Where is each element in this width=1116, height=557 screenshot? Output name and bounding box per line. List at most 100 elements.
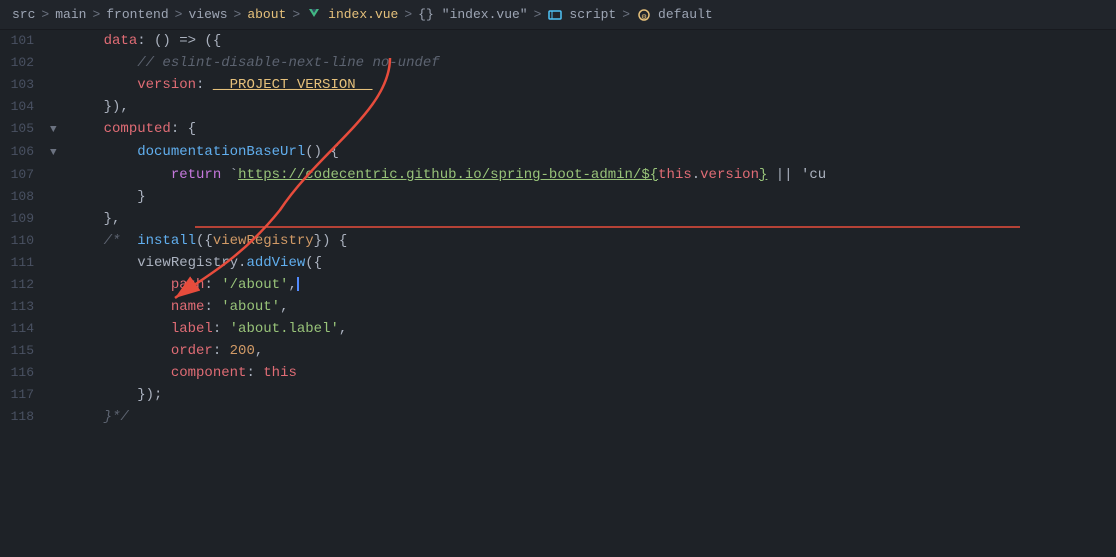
- sep4: >: [234, 7, 242, 22]
- code-line-112: 112 path: '/about',: [0, 274, 1116, 296]
- line-number-113: 113: [0, 296, 50, 318]
- token: order: [171, 343, 213, 359]
- token: component: [171, 365, 247, 381]
- line-number-111: 111: [0, 252, 50, 274]
- code-line-110: 110 /* install({viewRegistry}) {: [0, 230, 1116, 252]
- code-content-106: documentationBaseUrl() {: [66, 141, 1116, 163]
- text-cursor: [297, 277, 299, 291]
- token: '/about': [221, 277, 288, 293]
- token: /*: [104, 233, 138, 249]
- token: ({: [305, 255, 322, 271]
- code-line-116: 116 component: this: [0, 362, 1116, 384]
- line-number-109: 109: [0, 208, 50, 230]
- token: :: [196, 77, 213, 93]
- token: ,: [255, 343, 263, 359]
- token: : {: [171, 121, 196, 137]
- default-icon: ⚙: [636, 7, 652, 23]
- line-number-110: 110: [0, 230, 50, 252]
- fold-arrow-105[interactable]: ▼: [50, 119, 66, 141]
- code-line-109: 109 },: [0, 208, 1116, 230]
- code-line-105: 105▼ computed: {: [0, 118, 1116, 141]
- code-line-113: 113 name: 'about',: [0, 296, 1116, 318]
- code-content-104: }),: [66, 96, 1116, 118]
- token: .: [692, 167, 700, 183]
- breadcrumb-views[interactable]: views: [188, 7, 227, 22]
- breadcrumb-main[interactable]: main: [55, 7, 86, 22]
- token: label: [171, 321, 213, 337]
- code-line-118: 118 }*/: [0, 406, 1116, 428]
- code-content-116: component: this: [66, 362, 1116, 384]
- token: :: [213, 321, 230, 337]
- code-content-108: }: [66, 186, 1116, 208]
- code-line-107: 107 return `https://codecentric.github.i…: [0, 164, 1116, 186]
- code-line-102: 102 // eslint-disable-next-line no-undef: [0, 52, 1116, 74]
- line-number-102: 102: [0, 52, 50, 74]
- token: }),: [104, 99, 129, 115]
- token: viewRegistry: [213, 233, 314, 249]
- line-number-104: 104: [0, 96, 50, 118]
- code-editor: 101 data: () => ({102 // eslint-disable-…: [0, 30, 1116, 557]
- code-line-104: 104 }),: [0, 96, 1116, 118]
- token: 'about.label': [230, 321, 339, 337]
- code-content-102: // eslint-disable-next-line no-undef: [66, 52, 1116, 74]
- token: ,: [288, 277, 296, 293]
- token: 200: [230, 343, 255, 359]
- token: this: [658, 167, 692, 183]
- breadcrumb-src[interactable]: src: [12, 7, 35, 22]
- line-number-108: 108: [0, 186, 50, 208]
- token: :: [204, 277, 221, 293]
- breadcrumb: src > main > frontend > views > about > …: [0, 0, 1116, 30]
- line-number-107: 107: [0, 164, 50, 186]
- token: },: [104, 211, 121, 227]
- code-content-113: name: 'about',: [66, 296, 1116, 318]
- line-number-115: 115: [0, 340, 50, 362]
- code-content-103: version: __PROJECT_VERSION__: [66, 74, 1116, 96]
- line-number-118: 118: [0, 406, 50, 428]
- token: :: [246, 365, 263, 381]
- code-content-107: return `https://codecentric.github.io/sp…: [66, 164, 1116, 186]
- code-line-101: 101 data: () => ({: [0, 30, 1116, 52]
- line-number-112: 112: [0, 274, 50, 296]
- token: computed: [104, 121, 171, 137]
- token: return: [171, 167, 221, 183]
- code-line-111: 111 viewRegistry.addView({: [0, 252, 1116, 274]
- breadcrumb-frontend[interactable]: frontend: [106, 7, 168, 22]
- token: https://codecentric.github.io/spring-boo…: [238, 167, 658, 183]
- code-content-112: path: '/about',: [66, 274, 1116, 296]
- code-content-115: order: 200,: [66, 340, 1116, 362]
- component-icon: [547, 7, 563, 23]
- token: 'about': [221, 299, 280, 315]
- token: }) {: [314, 233, 348, 249]
- token: }*/: [104, 409, 129, 425]
- code-content-114: label: 'about.label',: [66, 318, 1116, 340]
- code-content-117: });: [66, 384, 1116, 406]
- code-content-109: },: [66, 208, 1116, 230]
- line-number-106: 106: [0, 141, 50, 163]
- line-number-101: 101: [0, 30, 50, 52]
- token: :: [204, 299, 221, 315]
- code-content-101: data: () => ({: [66, 30, 1116, 52]
- sep7: >: [534, 7, 542, 22]
- token: });: [137, 387, 162, 403]
- code-content-105: computed: {: [66, 118, 1116, 140]
- breadcrumb-about[interactable]: about: [247, 7, 286, 22]
- code-line-103: 103 version: __PROJECT_VERSION__: [0, 74, 1116, 96]
- sep6: >: [404, 7, 412, 22]
- sep2: >: [92, 7, 100, 22]
- token: path: [171, 277, 205, 293]
- code-content-110: /* install({viewRegistry}) {: [66, 230, 1116, 252]
- token: this: [263, 365, 297, 381]
- breadcrumb-script[interactable]: script: [569, 7, 616, 22]
- code-line-114: 114 label: 'about.label',: [0, 318, 1116, 340]
- token: :: [213, 343, 230, 359]
- svg-text:⚙: ⚙: [642, 13, 647, 22]
- breadcrumb-quoted-index: "index.vue": [442, 7, 528, 22]
- sep1: >: [41, 7, 49, 22]
- token: ,: [280, 299, 288, 315]
- code-line-106: 106▼ documentationBaseUrl() {: [0, 141, 1116, 164]
- code-content-118: }*/: [66, 406, 1116, 428]
- breadcrumb-index-vue[interactable]: index.vue: [328, 7, 398, 22]
- breadcrumb-default[interactable]: default: [658, 7, 713, 22]
- token: ({: [196, 233, 213, 249]
- fold-arrow-106[interactable]: ▼: [50, 142, 66, 164]
